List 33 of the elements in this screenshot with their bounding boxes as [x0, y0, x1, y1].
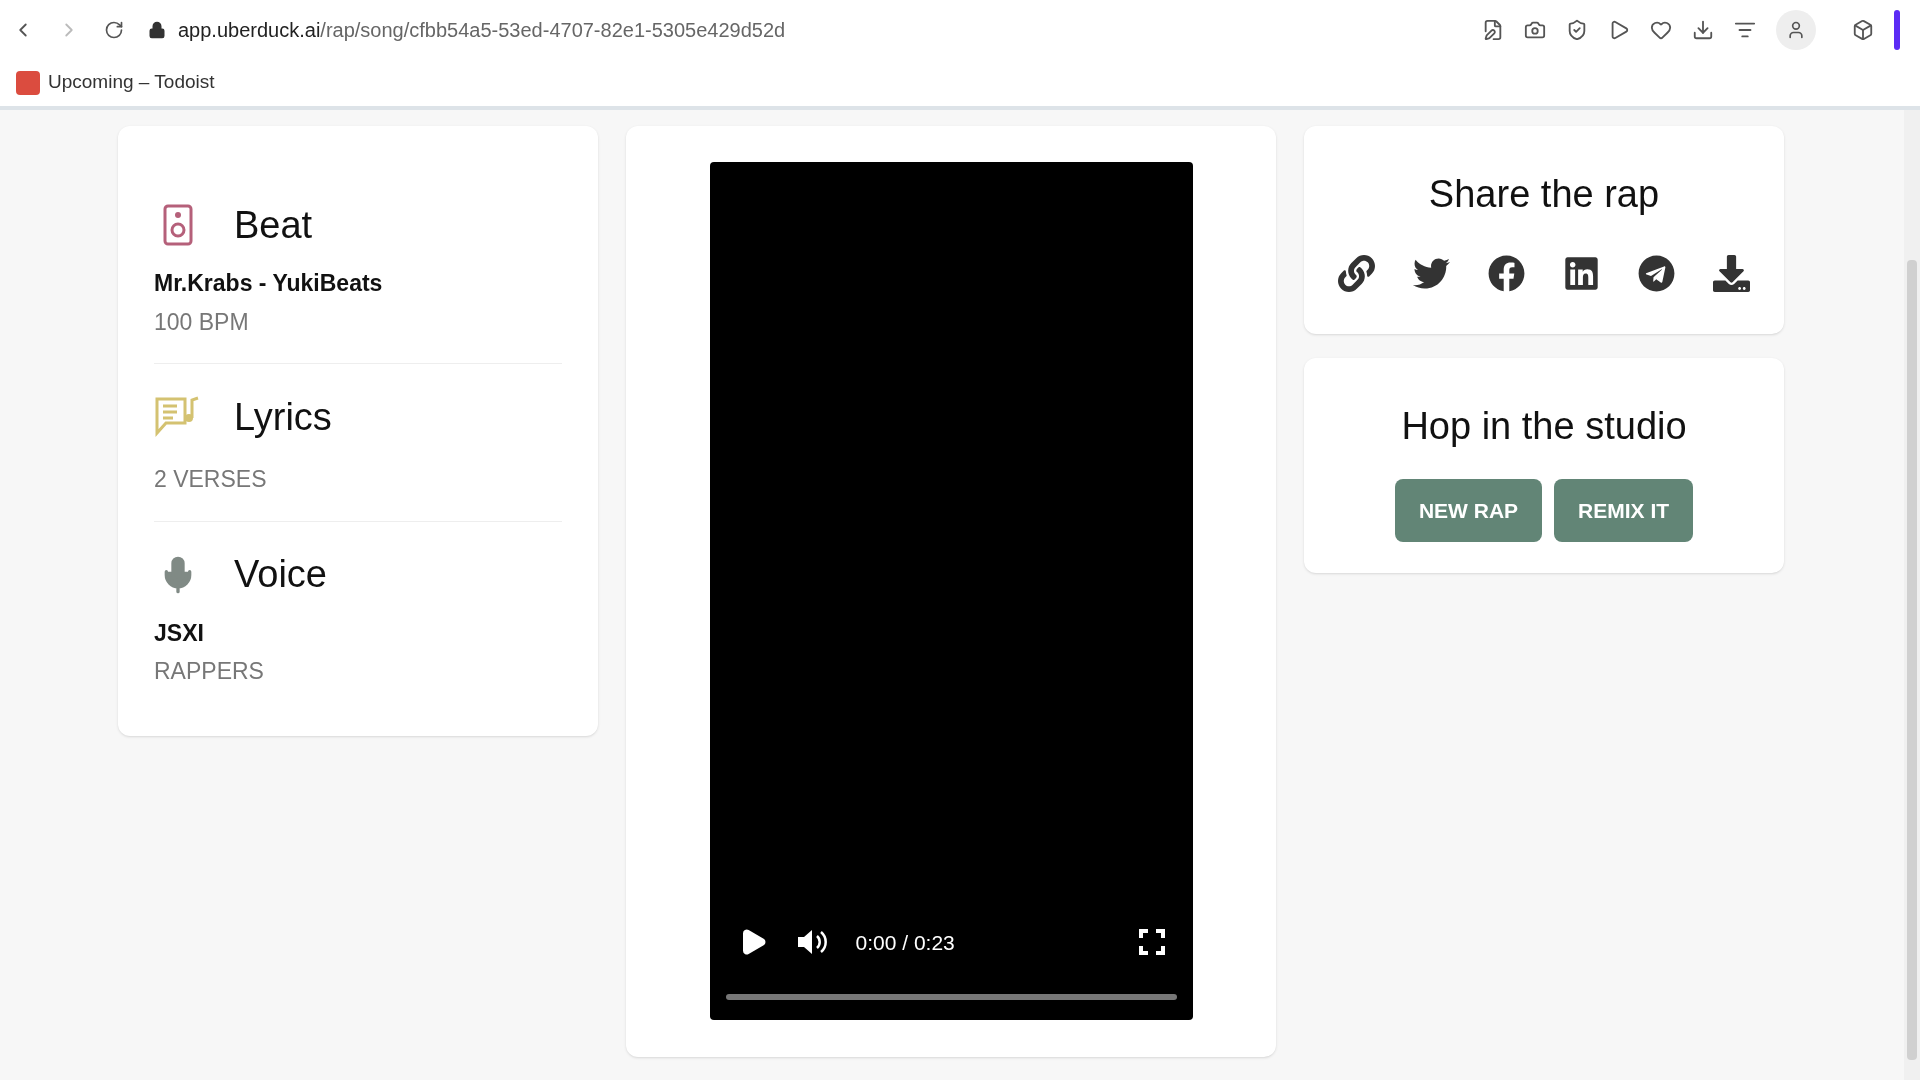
paper-plane-icon[interactable]	[1638, 255, 1675, 292]
cube-icon[interactable]	[1852, 18, 1874, 41]
bookmark-link[interactable]: Upcoming – Todoist	[16, 68, 215, 97]
sidebar-edge	[1894, 9, 1900, 50]
section-subtitle: RAPPERS	[154, 657, 265, 686]
studio-button[interactable]: NEW RAP	[1394, 479, 1543, 542]
edit-icon[interactable]	[1482, 18, 1504, 41]
person-icon	[1786, 19, 1806, 40]
section-subtitle: 100 BPM	[154, 307, 250, 337]
section-title: Lyrics	[234, 394, 332, 440]
facebook-icon[interactable]	[1488, 255, 1525, 292]
download-icon[interactable]	[1713, 255, 1750, 292]
section-value: Mr.Krabs - YukiBeats	[154, 269, 384, 298]
card-title: Hop in the studio	[1401, 404, 1687, 449]
section-title: Voice	[234, 552, 327, 597]
volume-icon[interactable]	[795, 928, 828, 957]
studio-button[interactable]: REMIX IT	[1554, 479, 1694, 542]
shield-icon[interactable]	[1566, 18, 1588, 41]
section-value: JSXI	[154, 618, 205, 648]
linkedin-icon[interactable]	[1563, 255, 1600, 292]
fullscreen-icon[interactable]	[1138, 929, 1165, 956]
section-title: Beat	[234, 202, 313, 248]
link-icon[interactable]	[1338, 255, 1375, 292]
section-subtitle: 2 VERSES	[154, 465, 268, 494]
profile-button[interactable]	[1776, 9, 1816, 50]
progress-track[interactable]	[725, 994, 1177, 1000]
time-display: 0:00 / 0:23	[855, 929, 956, 956]
download-icon[interactable]	[1692, 18, 1714, 41]
video-player[interactable]: 0:00 / 0:23	[709, 162, 1193, 1020]
lock-icon	[148, 20, 166, 39]
card-title: Share the rap	[1428, 172, 1660, 217]
reload-icon[interactable]	[104, 19, 124, 40]
address-bar[interactable]: app.uberduck.ai/rap/song/cfbb54a5-53ed-4707-82e1-5305e429d52d	[178, 14, 786, 45]
